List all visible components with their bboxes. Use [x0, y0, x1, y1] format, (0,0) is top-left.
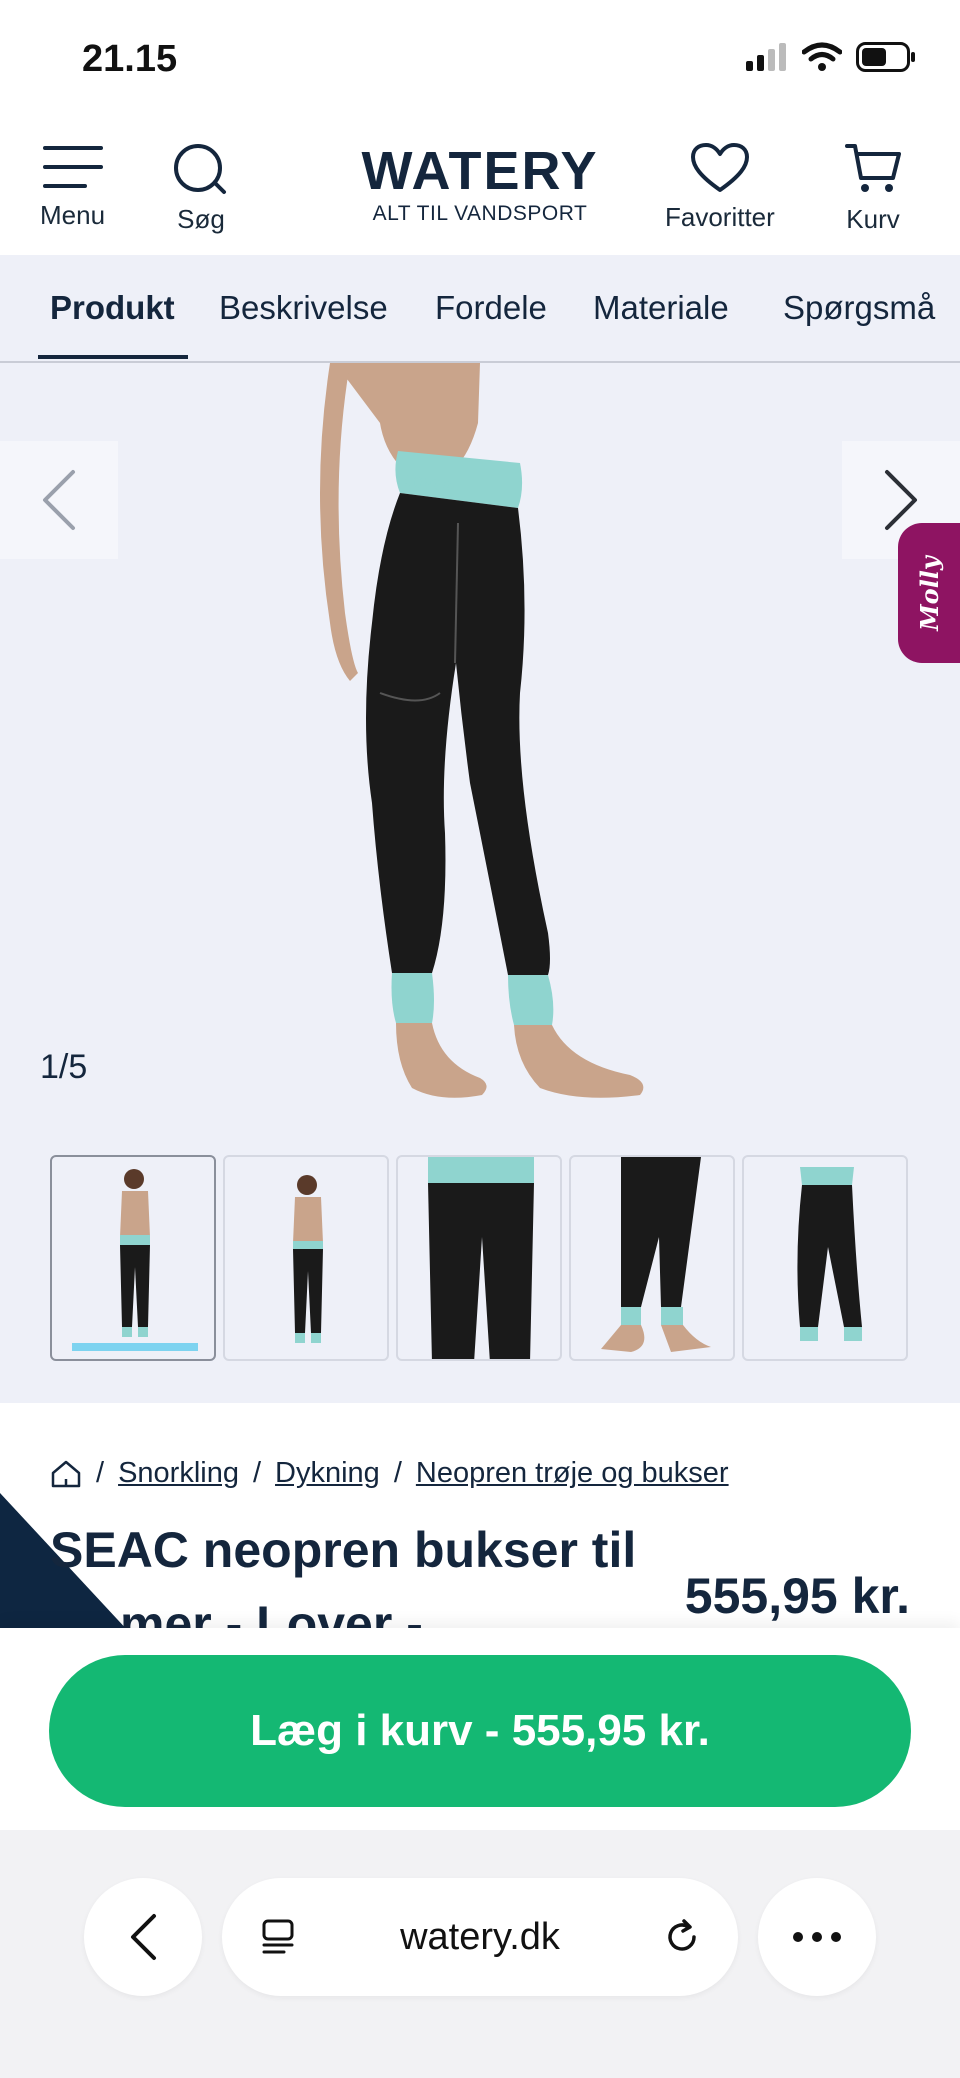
status-time: 21.15 — [82, 38, 178, 80]
cart-label: Kurv — [846, 204, 900, 234]
signal-icon — [746, 43, 786, 71]
chat-badge[interactable]: Molly — [898, 523, 960, 663]
logo-title: WATERY — [361, 141, 599, 201]
breadcrumb-neopren[interactable]: Neopren trøje og bukser — [416, 1457, 729, 1490]
thumbnail-4[interactable] — [569, 1155, 735, 1361]
thumbnail-image — [120, 1169, 150, 1337]
tab-produkt[interactable]: Produkt — [50, 255, 175, 361]
gallery-prev-button[interactable] — [0, 441, 118, 559]
product-title-line2: mer - Lover - — [120, 1596, 423, 1628]
status-icons — [746, 42, 916, 72]
breadcrumb-snorkling[interactable]: Snorkling — [118, 1457, 239, 1490]
product-title: SEAC neopren bukser til mer - Lover - — [50, 1513, 670, 1628]
menu-button[interactable]: Menu — [40, 142, 105, 231]
more-icon — [793, 1932, 841, 1942]
tab-beskrivelse[interactable]: Beskrivelse — [219, 255, 388, 361]
reload-icon[interactable] — [662, 1917, 702, 1957]
product-title-line1: SEAC neopren bukser til — [50, 1522, 637, 1578]
thumbnail-image — [428, 1157, 534, 1359]
menu-label: Menu — [40, 200, 106, 230]
cart-button[interactable]: Kurv — [843, 142, 903, 235]
thumbnail-1[interactable] — [50, 1155, 216, 1361]
search-icon — [174, 144, 226, 194]
active-tab-indicator — [38, 355, 188, 359]
chevron-left-icon — [43, 470, 75, 530]
search-button[interactable]: Søg — [172, 142, 230, 235]
tab-spoergsmaal[interactable]: Spørgsmå — [783, 255, 935, 361]
breadcrumb-separator: / — [393, 1457, 402, 1489]
chevron-left-icon — [131, 1914, 156, 1960]
battery-icon — [856, 42, 915, 72]
thumbnail-strip — [50, 1155, 908, 1361]
hamburger-icon — [42, 146, 103, 188]
product-info: / Snorkling / Dykning / Neopren trøje og… — [0, 1403, 960, 1628]
search-label: Søg — [177, 204, 225, 234]
breadcrumb-separator: / — [96, 1457, 105, 1489]
url-text: watery.dk — [400, 1915, 560, 1958]
active-thumbnail-indicator — [72, 1343, 198, 1351]
home-icon[interactable] — [50, 1459, 82, 1489]
favorites-label: Favoritter — [665, 202, 775, 232]
reader-icon[interactable] — [258, 1917, 298, 1957]
thumbnail-3[interactable] — [396, 1155, 562, 1361]
logo-subtitle: ALT TIL VANDSPORT — [372, 202, 588, 225]
browser-back-button[interactable] — [84, 1878, 202, 1996]
cart-icon — [845, 144, 901, 192]
address-bar[interactable]: watery.dk — [222, 1878, 738, 1996]
chevron-right-icon — [885, 470, 917, 530]
breadcrumb-separator: / — [252, 1457, 262, 1489]
site-header: Menu Søg WATERY ALT TIL VANDSPORT Favori… — [0, 120, 960, 255]
site-logo[interactable]: WATERY ALT TIL VANDSPORT — [345, 144, 615, 226]
favorites-button[interactable]: Favoritter — [665, 142, 775, 233]
wifi-icon — [802, 42, 842, 71]
tab-fordele[interactable]: Fordele — [435, 255, 547, 361]
tab-materiale[interactable]: Materiale — [593, 255, 729, 361]
thumbnail-5[interactable] — [742, 1155, 908, 1361]
status-bar: 21.15 — [0, 0, 960, 120]
breadcrumb-dykning[interactable]: Dykning — [275, 1457, 380, 1490]
thumbnail-image — [601, 1157, 711, 1352]
thumbnail-image — [797, 1167, 862, 1341]
gallery-counter: 1/5 — [40, 1048, 88, 1086]
browser-toolbar: watery.dk — [0, 1830, 960, 2078]
product-image[interactable]: LOVER — [0, 363, 960, 1103]
thumbnail-image — [293, 1175, 323, 1343]
product-tabs: Produkt Beskrivelse Fordele Materiale Sp… — [0, 255, 960, 363]
product-gallery: LOVER Molly 1/5 — [0, 363, 960, 1403]
chat-badge-label: Molly — [914, 555, 944, 631]
heart-icon — [690, 143, 749, 192]
add-to-cart-button[interactable]: Læg i kurv - 555,95 kr. — [49, 1655, 911, 1807]
browser-more-button[interactable] — [758, 1878, 876, 1996]
thumbnail-2[interactable] — [223, 1155, 389, 1361]
breadcrumb: / Snorkling / Dykning / Neopren trøje og… — [50, 1457, 729, 1490]
product-price: 555,95 kr. — [684, 1568, 910, 1624]
